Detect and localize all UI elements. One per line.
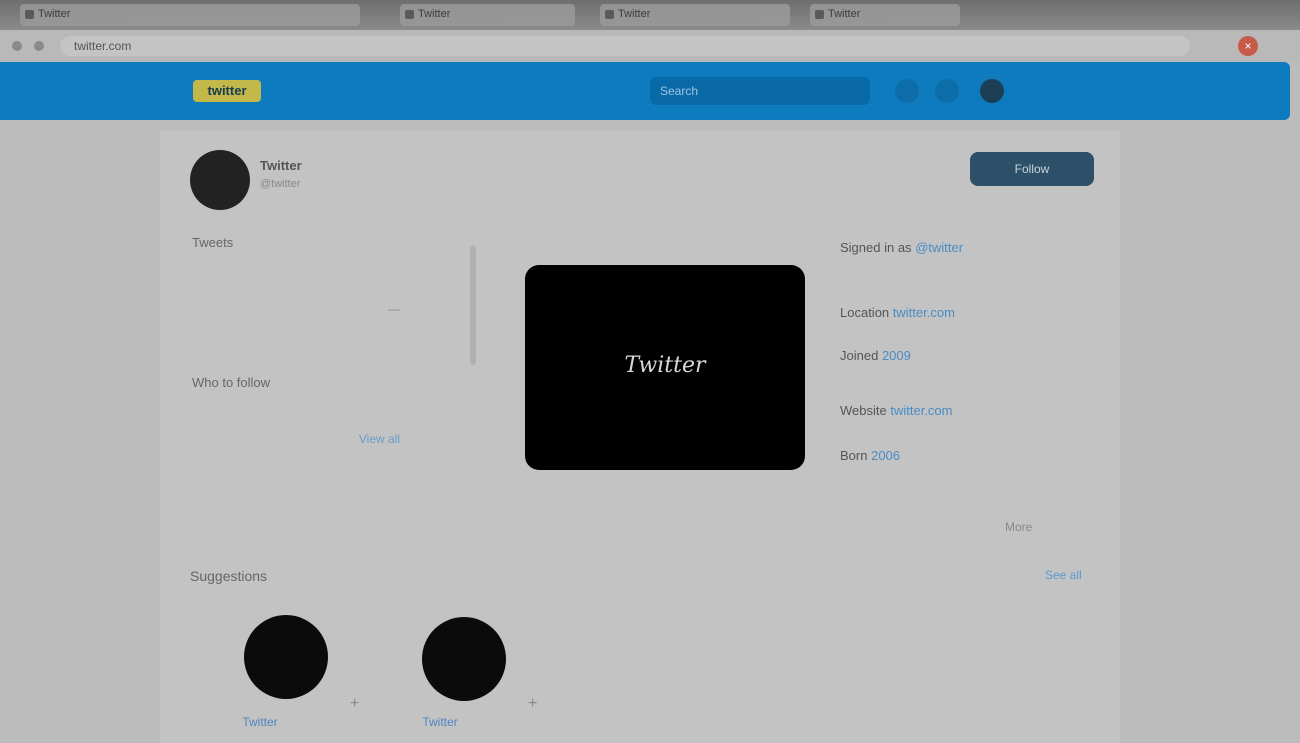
- suggestions-title: Suggestions: [190, 568, 268, 584]
- info-text: Signed in as: [840, 240, 912, 255]
- back-icon[interactable]: [12, 41, 22, 51]
- browser-tab-bar: Twitter Twitter Twitter Twitter: [0, 0, 1300, 30]
- suggestion-name[interactable]: Twitter: [385, 715, 495, 729]
- favicon-icon: [25, 10, 34, 19]
- follow-plus-icon[interactable]: +: [528, 695, 537, 713]
- site-header: twitter Search: [0, 62, 1290, 120]
- left-value: —: [388, 302, 400, 316]
- info-line: Website twitter.com: [840, 403, 1080, 418]
- messages-icon[interactable]: [935, 79, 959, 103]
- browser-tab[interactable]: Twitter: [600, 4, 790, 26]
- browser-address-bar: twitter.com ×: [0, 30, 1300, 62]
- info-line: Location twitter.com: [840, 305, 1080, 320]
- more-link[interactable]: More: [1005, 520, 1032, 534]
- profile-handle: @twitter: [260, 178, 301, 190]
- browser-tab[interactable]: Twitter: [810, 4, 960, 26]
- follow-plus-icon[interactable]: +: [350, 695, 359, 713]
- media-preview[interactable]: Twitter: [525, 265, 805, 470]
- account-avatar-icon[interactable]: [980, 79, 1004, 103]
- view-all-link[interactable]: View all: [300, 432, 400, 446]
- notifications-icon[interactable]: [895, 79, 919, 103]
- info-line: Born 2006: [840, 448, 1080, 463]
- profile-name: Twitter: [260, 158, 302, 173]
- favicon-icon: [815, 10, 824, 19]
- info-link[interactable]: @twitter: [915, 240, 963, 255]
- info-text: Location: [840, 305, 890, 320]
- info-text: Website: [840, 403, 887, 418]
- search-input[interactable]: Search: [650, 77, 870, 105]
- info-text: Born: [840, 448, 868, 463]
- info-link[interactable]: 2009: [882, 348, 911, 363]
- suggestion-avatar[interactable]: [244, 615, 328, 699]
- favicon-icon: [605, 10, 614, 19]
- scrollbar[interactable]: [470, 245, 476, 365]
- info-text: Joined: [840, 348, 879, 363]
- site-logo[interactable]: twitter: [193, 80, 261, 102]
- follow-button[interactable]: Follow: [970, 152, 1094, 186]
- browser-tab[interactable]: Twitter: [20, 4, 360, 26]
- tab-label: Twitter: [38, 8, 71, 20]
- tab-label: Twitter: [418, 8, 451, 20]
- suggestion-avatar[interactable]: [422, 617, 506, 701]
- info-link[interactable]: 2006: [871, 448, 900, 463]
- left-label-tweets: Tweets: [192, 235, 234, 250]
- forward-icon[interactable]: [34, 41, 44, 51]
- info-line: Joined 2009: [840, 348, 1080, 363]
- preview-text: Twitter: [624, 353, 706, 378]
- info-link[interactable]: twitter.com: [893, 305, 955, 320]
- url-input[interactable]: twitter.com: [60, 36, 1190, 56]
- favicon-icon: [405, 10, 414, 19]
- info-link[interactable]: twitter.com: [890, 403, 952, 418]
- browser-tab[interactable]: Twitter: [400, 4, 575, 26]
- tab-label: Twitter: [828, 8, 861, 20]
- tab-label: Twitter: [618, 8, 651, 20]
- info-line: Signed in as @twitter: [840, 240, 1080, 255]
- close-icon[interactable]: ×: [1238, 36, 1258, 56]
- suggestion-name[interactable]: Twitter: [205, 715, 315, 729]
- avatar[interactable]: [190, 150, 250, 210]
- see-all-link[interactable]: See all: [1045, 568, 1082, 582]
- left-label-who-to-follow: Who to follow: [192, 375, 271, 390]
- profile-content: Twitter @twitter Follow Tweets — Who to …: [160, 130, 1120, 743]
